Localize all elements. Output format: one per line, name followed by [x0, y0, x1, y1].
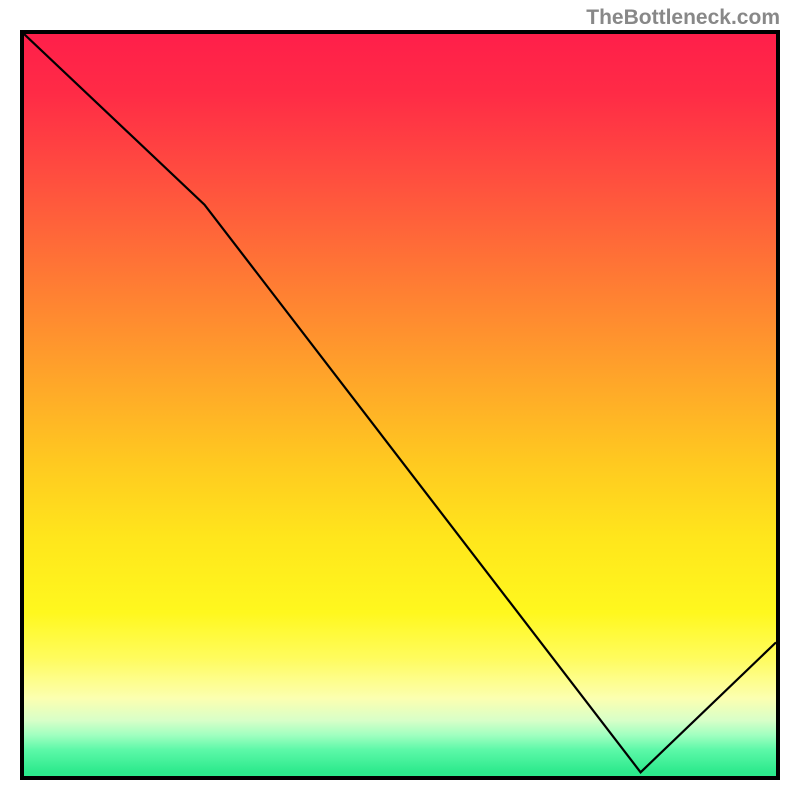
watermark-text: TheBottleneck.com: [586, 6, 780, 30]
plot-area: [20, 30, 780, 780]
data-line: [24, 34, 776, 776]
chart-container: TheBottleneck.com: [0, 0, 800, 800]
